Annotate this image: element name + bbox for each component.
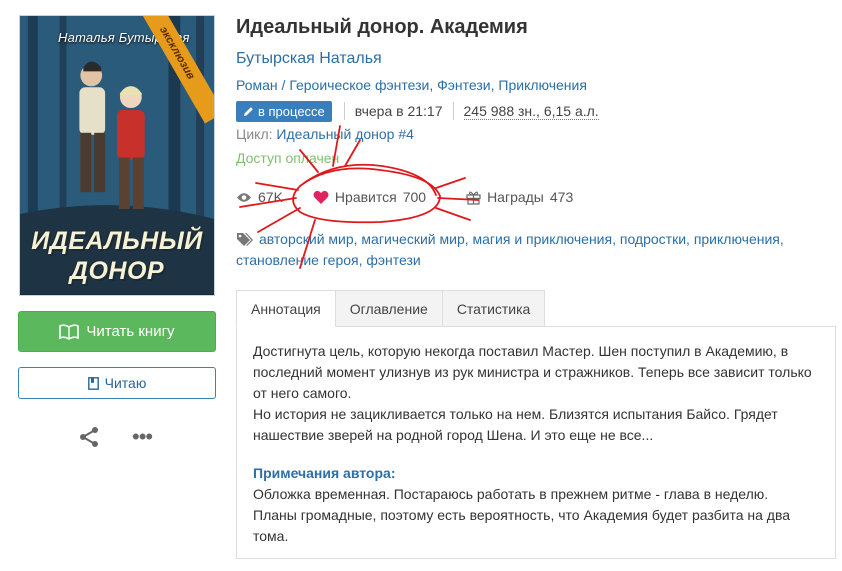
more-options-icon[interactable]: •••: [132, 426, 153, 448]
bookmark-book-icon: [87, 376, 99, 390]
tab-statistics[interactable]: Статистика: [441, 290, 546, 327]
divider: [452, 102, 454, 120]
genre-link[interactable]: Фэнтези: [437, 77, 491, 93]
tag-link[interactable]: магический мир: [361, 231, 464, 247]
tab-annotation[interactable]: Аннотация: [236, 290, 336, 327]
tag-link[interactable]: подростки: [620, 231, 686, 247]
cover-title-line2: ДОНОР: [69, 257, 165, 285]
reading-button[interactable]: Читаю: [18, 367, 216, 399]
author-notes-line: Планы громадные, поэтому есть вероятност…: [253, 507, 791, 544]
views-count: 67K: [258, 189, 283, 205]
genre-link[interactable]: Приключения: [498, 77, 587, 93]
book-title: Идеальный донор. Академия: [236, 16, 528, 38]
tab-contents[interactable]: Оглавление: [334, 290, 443, 327]
genres-list: Роман / Героическое фэнтези, Фэнтези, Пр…: [236, 77, 587, 93]
likes-label: Нравится: [334, 189, 397, 205]
eye-icon: [237, 192, 251, 202]
tags-icon: [237, 233, 253, 246]
annotation-paragraph: Но история не зацикливается только на не…: [253, 406, 778, 443]
tag-link[interactable]: авторский мир: [259, 231, 354, 247]
book-cover[interactable]: Наталья Бутырская ИДЕАЛЬНЫЙ ДОНОР эксклю…: [19, 15, 215, 296]
likes-count: 700: [402, 189, 427, 205]
read-book-button[interactable]: Читать книгу: [18, 311, 216, 352]
book-author-link[interactable]: Бутырская Наталья: [236, 50, 382, 68]
cover-title-line1: ИДЕАЛЬНЫЙ: [31, 227, 203, 255]
book-size[interactable]: 245 988 зн., 6,15 а.л.: [463, 103, 599, 120]
status-row: в процессе вчера в 21:17 245 988 зн., 6,…: [236, 100, 599, 122]
gift-icon: [466, 191, 481, 205]
genre-link[interactable]: Роман / Героическое фэнтези: [236, 77, 429, 93]
stats-row: 67K Нравится 700 Награды 473: [236, 189, 573, 205]
updated-time: вчера в 21:17: [354, 103, 443, 119]
status-badge-label: в процессе: [258, 103, 325, 119]
tag-link[interactable]: фэнтези: [366, 252, 420, 268]
info-tabs: Аннотация Оглавление Статистика: [236, 290, 546, 327]
author-notes-line: Обложка временная. Постараюсь работать в…: [253, 486, 769, 502]
awards-stat[interactable]: Награды 473: [466, 189, 573, 205]
tag-link[interactable]: приключения: [694, 231, 780, 247]
heart-icon[interactable]: [313, 190, 329, 205]
views-stat: 67K: [236, 189, 283, 205]
tag-link[interactable]: магия и приключения: [473, 231, 613, 247]
awards-count: 473: [549, 189, 574, 205]
access-status: Доступ оплачен: [236, 150, 340, 166]
author-notes-heading: Примечания автора:: [253, 465, 396, 481]
share-icon[interactable]: [78, 426, 100, 448]
annotation-panel: Достигнута цель, которую некогда постави…: [236, 326, 836, 559]
awards-label: Награды: [487, 189, 544, 205]
cover-title: ИДЕАЛЬНЫЙ ДОНОР: [20, 226, 214, 286]
annotation-paragraph: Достигнута цель, которую некогда постави…: [253, 343, 812, 401]
reading-label: Читаю: [104, 375, 147, 391]
cycle-label: Цикл:: [236, 126, 273, 142]
likes-stat[interactable]: Нравится 700: [313, 189, 426, 205]
read-book-label: Читать книгу: [86, 323, 175, 340]
divider: [343, 102, 345, 120]
cycle-link[interactable]: Идеальный донор #4: [276, 126, 414, 142]
open-book-icon: [59, 323, 80, 340]
pencil-icon: [244, 106, 253, 116]
tags-list: авторский мир, магический мир, магия и п…: [236, 231, 784, 268]
status-badge: в процессе: [236, 100, 332, 122]
tag-link[interactable]: становление героя: [236, 252, 359, 268]
cycle-info: Цикл: Идеальный донор #4: [236, 126, 414, 142]
